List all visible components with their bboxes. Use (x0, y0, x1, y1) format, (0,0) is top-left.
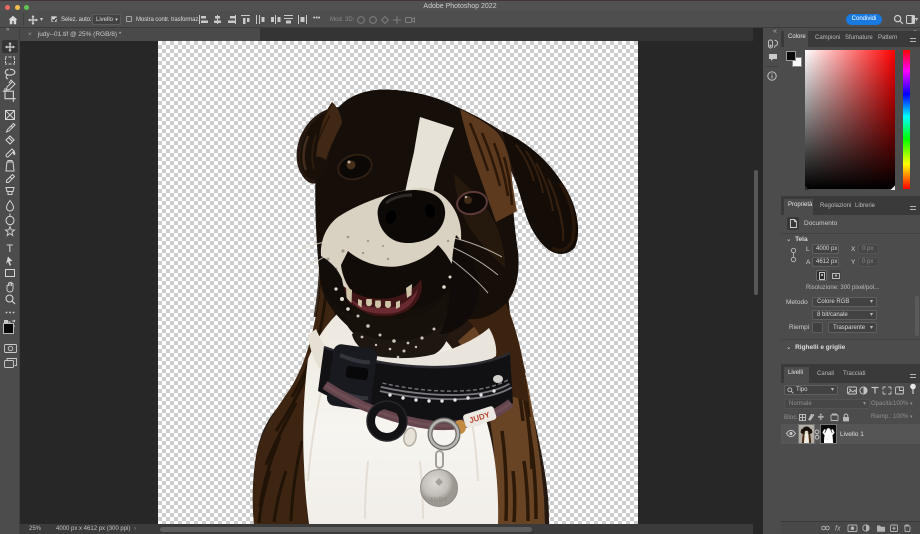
svg-text:JUDY: JUDY (430, 497, 448, 503)
svg-text:T: T (7, 243, 14, 255)
svg-text:fx: fx (835, 526, 841, 533)
